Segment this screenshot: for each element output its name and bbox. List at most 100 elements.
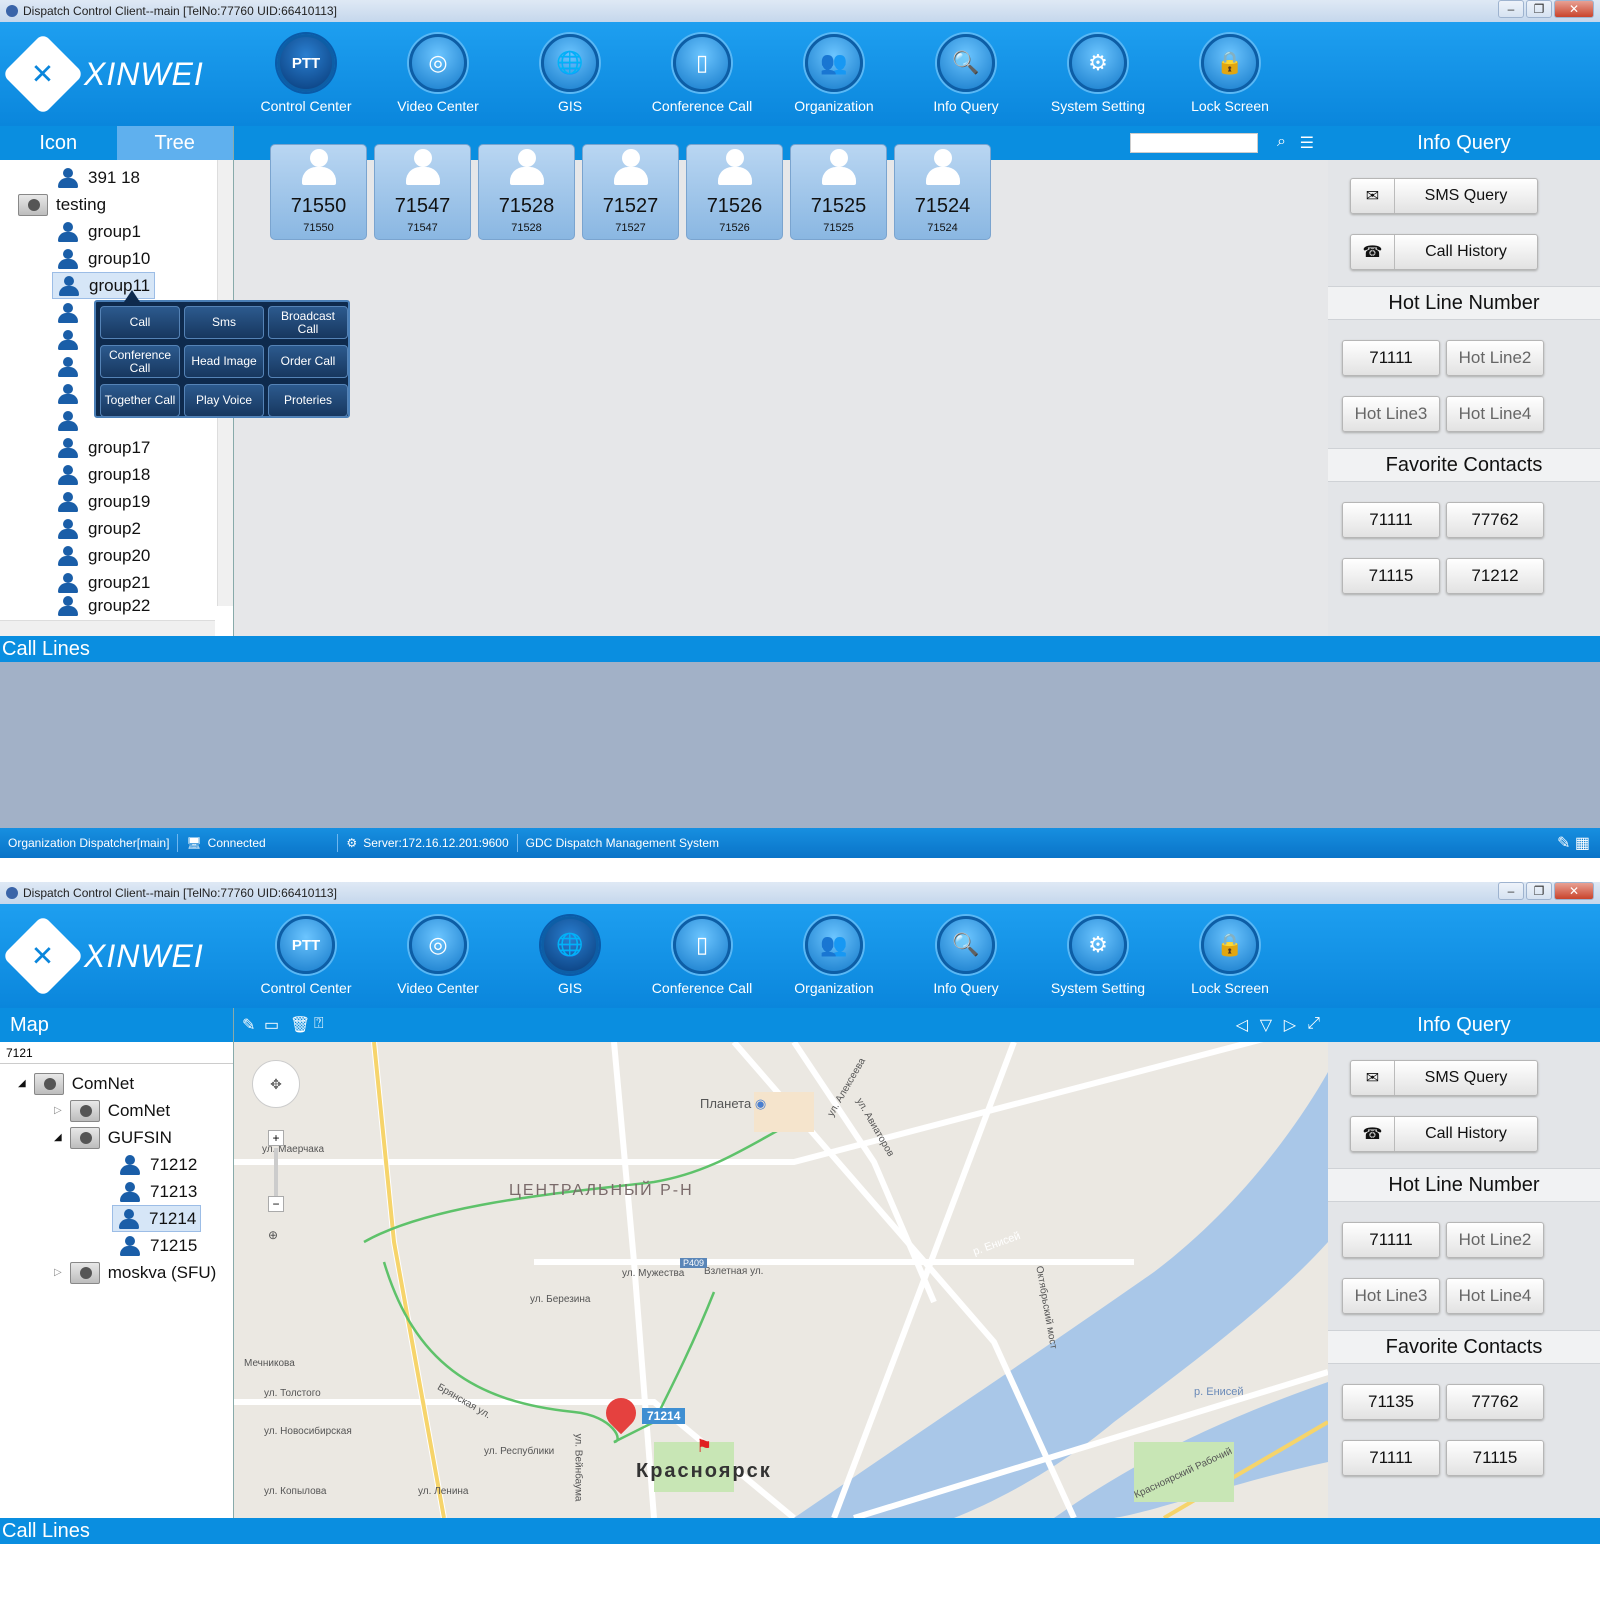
tree-folder[interactable]: testing — [18, 191, 106, 218]
zoom-slider[interactable] — [274, 1148, 278, 1196]
favorite-contact-button[interactable]: 71115 — [1342, 558, 1440, 594]
tree-item[interactable] — [56, 299, 80, 326]
hotline-button[interactable]: Hot Line4 — [1446, 396, 1544, 432]
favorite-contact-button[interactable]: 71115 — [1446, 1440, 1544, 1476]
pan-right-icon[interactable]: ▷ — [1284, 1015, 1296, 1035]
tree-item[interactable]: group20 — [56, 542, 150, 569]
notes-icon[interactable]: ✎ ▦ — [1557, 833, 1600, 853]
tree-user-selected[interactable]: 71214 — [112, 1205, 202, 1232]
tree-item[interactable]: group17 — [56, 434, 150, 461]
hotline-button[interactable]: 71111 — [1342, 340, 1440, 376]
tab-icon[interactable]: Icon — [0, 126, 117, 160]
pan-left-icon[interactable]: ◁ — [1236, 1015, 1248, 1035]
tree-item[interactable]: 391 18 — [56, 164, 140, 191]
member-card[interactable]: 71524 71524 — [894, 144, 991, 240]
nav-control-center[interactable]: PTT Control Center — [240, 22, 372, 126]
menu-sms[interactable]: Sms — [184, 306, 264, 339]
fullscreen-icon[interactable]: ⤢ — [1307, 1015, 1320, 1033]
nav-lock-screen[interactable]: 🔒 Lock Screen — [1164, 22, 1296, 126]
menu-head-image[interactable]: Head Image — [184, 345, 264, 378]
hotline-button[interactable]: Hot Line2 — [1446, 340, 1544, 376]
nav-video-center[interactable]: ◎ Video Center — [372, 904, 504, 1008]
hotline-button[interactable]: Hot Line3 — [1342, 396, 1440, 432]
minimize-button[interactable]: – — [1498, 882, 1524, 900]
nav-organization[interactable]: 👥 Organization — [768, 22, 900, 126]
nav-system-setting[interactable]: ⚙ System Setting — [1032, 904, 1164, 1008]
nav-gis[interactable]: 🌐 GIS — [504, 22, 636, 126]
favorite-contact-button[interactable]: 77762 — [1446, 1384, 1544, 1420]
maximize-button[interactable]: ❐ — [1526, 882, 1552, 900]
tree-item[interactable]: group22 — [56, 596, 150, 616]
tree-user[interactable]: 71212 — [118, 1151, 197, 1178]
horizontal-scrollbar[interactable] — [0, 620, 215, 636]
tree-item[interactable] — [56, 353, 80, 380]
favorite-contact-button[interactable]: 71135 — [1342, 1384, 1440, 1420]
list-view-icon[interactable]: ☰ — [1300, 133, 1314, 153]
tree-root[interactable]: ◢ ComNet — [18, 1070, 134, 1097]
favorite-contact-button[interactable]: 71111 — [1342, 1440, 1440, 1476]
tree-item[interactable]: group19 — [56, 488, 150, 515]
tree-user[interactable]: 71215 — [118, 1232, 197, 1259]
call-history-button[interactable]: ☎ Call History — [1350, 234, 1538, 270]
sms-query-button[interactable]: ✉ SMS Query — [1350, 178, 1538, 214]
tree-item[interactable]: group21 — [56, 569, 150, 596]
zoom-extent-icon[interactable]: ⊕ — [268, 1228, 278, 1242]
member-card[interactable]: 71547 71547 — [374, 144, 471, 240]
pan-down-icon[interactable]: ▽ — [1260, 1015, 1272, 1035]
nav-conference-call[interactable]: ▯ Conference Call — [636, 904, 768, 1008]
tree-item[interactable]: group10 — [56, 245, 150, 272]
zoom-out-button[interactable]: − — [268, 1196, 284, 1212]
search-input[interactable] — [1130, 133, 1258, 153]
nav-control-center[interactable]: PTT Control Center — [240, 904, 372, 1008]
menu-broadcast-call[interactable]: Broadcast Call — [268, 306, 348, 339]
tree-item[interactable]: group18 — [56, 461, 150, 488]
hotline-button[interactable]: Hot Line2 — [1446, 1222, 1544, 1258]
nav-info-query[interactable]: 🔍 Info Query — [900, 22, 1032, 126]
favorite-contact-button[interactable]: 77762 — [1446, 502, 1544, 538]
edit-icon[interactable]: ✎ — [242, 1015, 255, 1035]
close-button[interactable]: ✕ — [1554, 0, 1594, 18]
nav-organization[interactable]: 👥 Organization — [768, 904, 900, 1008]
nav-video-center[interactable]: ◎ Video Center — [372, 22, 504, 126]
tree-item[interactable] — [56, 326, 80, 353]
rectangle-icon[interactable]: ▭ — [264, 1015, 279, 1035]
hotline-button[interactable]: 71111 — [1342, 1222, 1440, 1258]
hotline-button[interactable]: Hot Line3 — [1342, 1278, 1440, 1314]
search-icon[interactable]: ⌕ — [1277, 133, 1286, 151]
tree-user[interactable]: 71213 — [118, 1178, 197, 1205]
nav-gis[interactable]: 🌐 GIS — [504, 904, 636, 1008]
sms-query-button[interactable]: ✉ SMS Query — [1350, 1060, 1538, 1096]
nav-info-query[interactable]: 🔍 Info Query — [900, 904, 1032, 1008]
member-card[interactable]: 71527 71527 — [582, 144, 679, 240]
tree-folder[interactable]: ▷ ComNet — [54, 1097, 170, 1124]
map-search-input[interactable]: 7121 — [0, 1042, 233, 1064]
zoom-in-button[interactable]: + — [268, 1130, 284, 1146]
tree-item[interactable]: group2 — [56, 515, 141, 542]
trash-icon[interactable]: 🗑 — [290, 1015, 310, 1035]
maximize-button[interactable]: ❐ — [1526, 0, 1552, 18]
tree-item[interactable] — [56, 380, 80, 407]
tree-item[interactable]: group1 — [56, 218, 141, 245]
favorite-contact-button[interactable]: 71111 — [1342, 502, 1440, 538]
close-button[interactable]: ✕ — [1554, 882, 1594, 900]
member-card[interactable]: 71526 71526 — [686, 144, 783, 240]
hotline-button[interactable]: Hot Line4 — [1446, 1278, 1544, 1314]
nav-conference-call[interactable]: ▯ Conference Call — [636, 22, 768, 126]
nav-system-setting[interactable]: ⚙ System Setting — [1032, 22, 1164, 126]
tree-folder[interactable]: ◢ GUFSIN — [54, 1124, 172, 1151]
menu-properties[interactable]: Proteries — [268, 384, 348, 417]
menu-together-call[interactable]: Together Call — [100, 384, 180, 417]
info-icon[interactable]: ⍰ — [314, 1015, 324, 1033]
menu-call[interactable]: Call — [100, 306, 180, 339]
tab-tree[interactable]: Tree — [116, 126, 233, 160]
member-card[interactable]: 71550 71550 — [270, 144, 367, 240]
nav-lock-screen[interactable]: 🔒 Lock Screen — [1164, 904, 1296, 1008]
favorite-contact-button[interactable]: 71212 — [1446, 558, 1544, 594]
menu-conference-call[interactable]: Conference Call — [100, 345, 180, 378]
menu-play-voice[interactable]: Play Voice — [184, 384, 264, 417]
member-card[interactable]: 71525 71525 — [790, 144, 887, 240]
pan-control-icon[interactable]: ✥ — [252, 1060, 300, 1108]
tree-folder[interactable]: ▷ moskva (SFU) — [54, 1259, 216, 1286]
tree-item[interactable] — [56, 407, 80, 434]
gis-map[interactable]: ЦЕНТРАЛЬНЫЙ Р-Н Красноярск Планета ◉ р. … — [234, 1042, 1328, 1518]
